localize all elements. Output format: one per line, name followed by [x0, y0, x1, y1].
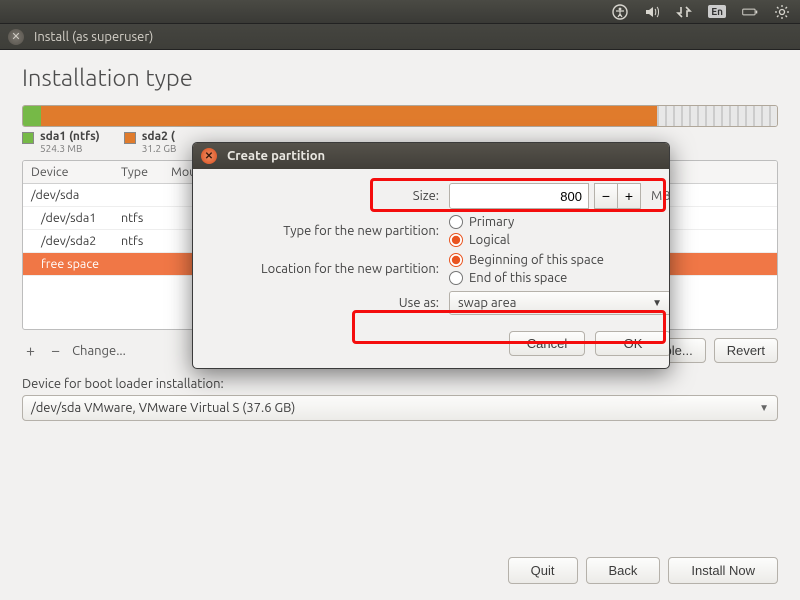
- page-title: Installation type: [22, 64, 778, 91]
- accessibility-icon[interactable]: [612, 4, 628, 20]
- network-icon[interactable]: [676, 4, 692, 20]
- language-indicator[interactable]: En: [708, 5, 726, 18]
- type-label: Type for the new partition:: [209, 224, 449, 238]
- radio-beginning[interactable]: Beginning of this space: [449, 253, 670, 267]
- legend-name: sda1 (ntfs): [40, 130, 100, 143]
- install-now-button[interactable]: Install Now: [668, 557, 778, 584]
- useas-select[interactable]: swap area ▼: [449, 291, 670, 315]
- legend-item-sda2: sda2 ( 31.2 GB: [124, 130, 177, 154]
- partition-bar: [22, 105, 778, 127]
- size-input-group: − + MB: [449, 183, 670, 209]
- radio-end[interactable]: End of this space: [449, 271, 670, 285]
- partition-seg-sda2: [41, 106, 657, 126]
- chevron-down-icon: ▼: [652, 297, 662, 309]
- legend-item-sda1: sda1 (ntfs) 524.3 MB: [22, 130, 100, 154]
- dialog-titlebar: ✕ Create partition: [193, 143, 669, 169]
- window-title-text: Install (as superuser): [34, 30, 153, 44]
- change-button[interactable]: Change...: [72, 344, 126, 358]
- legend-size: 524.3 MB: [40, 143, 100, 154]
- location-label: Location for the new partition:: [209, 262, 449, 276]
- dialog-close-button[interactable]: ✕: [201, 148, 217, 164]
- bootloader-selected: /dev/sda VMware, VMware Virtual S (37.6 …: [31, 401, 295, 415]
- partition-seg-free: [657, 106, 777, 126]
- partition-seg-sda1: [23, 106, 41, 126]
- legend-swatch-green: [22, 132, 34, 144]
- revert-button[interactable]: Revert: [714, 338, 778, 363]
- window-close-button[interactable]: ✕: [8, 29, 24, 45]
- create-partition-dialog: ✕ Create partition Size: − + MB Type for…: [192, 142, 670, 369]
- back-button[interactable]: Back: [586, 557, 661, 584]
- sound-icon[interactable]: [644, 4, 660, 20]
- size-increment-button[interactable]: +: [617, 183, 641, 209]
- bootloader-select[interactable]: /dev/sda VMware, VMware Virtual S (37.6 …: [22, 395, 778, 421]
- size-decrement-button[interactable]: −: [594, 183, 618, 209]
- wizard-buttons: Quit Back Install Now: [22, 543, 778, 584]
- col-device: Device: [31, 165, 121, 179]
- battery-icon[interactable]: [742, 4, 758, 20]
- size-label: Size:: [209, 189, 449, 203]
- radio-logical[interactable]: Logical: [449, 233, 670, 247]
- quit-button[interactable]: Quit: [508, 557, 578, 584]
- useas-label: Use as:: [209, 296, 449, 310]
- bootloader-label: Device for boot loader installation:: [22, 377, 778, 391]
- radio-primary[interactable]: Primary: [449, 215, 670, 229]
- gear-icon[interactable]: [774, 4, 790, 20]
- remove-partition-button[interactable]: −: [47, 342, 64, 360]
- add-partition-button[interactable]: +: [22, 342, 39, 360]
- system-menubar: En: [0, 0, 800, 24]
- cancel-button[interactable]: Cancel: [509, 331, 585, 356]
- col-type: Type: [121, 165, 171, 179]
- ok-button[interactable]: OK: [595, 331, 670, 356]
- legend-swatch-orange: [124, 132, 136, 144]
- chevron-down-icon: ▼: [759, 402, 769, 414]
- window-titlebar: ✕ Install (as superuser): [0, 24, 800, 50]
- useas-selected: swap area: [458, 296, 516, 310]
- dialog-title-text: Create partition: [227, 149, 325, 163]
- legend-size: 31.2 GB: [142, 143, 177, 154]
- legend-name: sda2 (: [142, 130, 175, 143]
- size-unit: MB: [651, 189, 670, 203]
- size-input[interactable]: [449, 183, 589, 209]
